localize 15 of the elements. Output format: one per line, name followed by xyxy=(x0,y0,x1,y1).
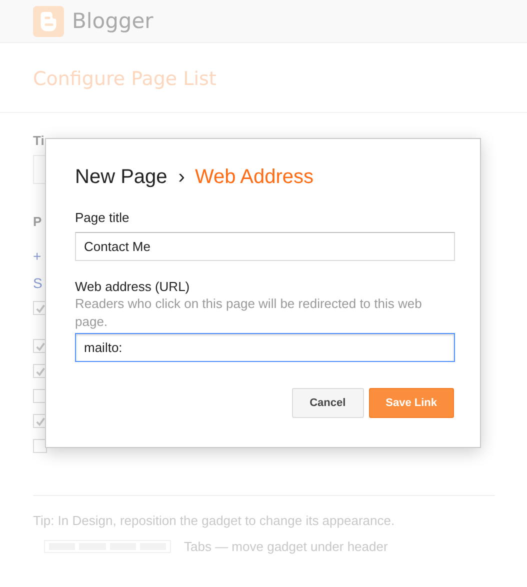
checkbox[interactable] xyxy=(33,439,47,453)
dialog-subtitle: Web Address xyxy=(194,166,314,189)
text-field[interactable]: Contact Me xyxy=(75,232,455,261)
dialog-title: New Page xyxy=(75,166,168,189)
logo-text: Blogger xyxy=(72,9,154,33)
field-label: Ti xyxy=(33,133,44,149)
help-text: Readers who click on this page will be redirected to this web page. xyxy=(75,295,423,331)
blogger-logo-icon xyxy=(33,6,64,36)
field-label: Web address (URL) xyxy=(75,279,191,294)
cancel-button[interactable]: Cancel xyxy=(292,388,364,418)
field-label: P xyxy=(33,214,42,230)
page-title: Configure Page List xyxy=(0,43,527,113)
breadcrumb-separator: › xyxy=(178,166,185,189)
field-label: Page title xyxy=(75,210,130,225)
text-field[interactable]: mailto: xyxy=(75,333,455,362)
